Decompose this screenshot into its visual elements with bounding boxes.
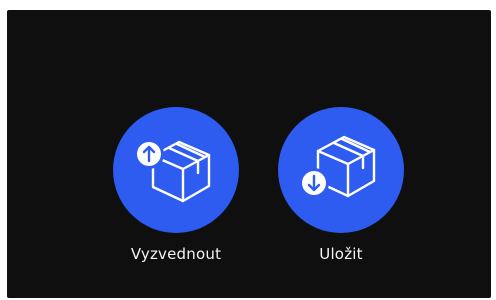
store-circle xyxy=(278,107,404,233)
box-arrow-down-icon xyxy=(299,135,376,198)
store-label: Uložit xyxy=(319,245,363,263)
store-button[interactable]: Uložit xyxy=(256,107,426,263)
pickup-button[interactable]: Vyzvednout xyxy=(91,107,261,263)
kiosk-screen: Vyzvednout Uložit xyxy=(7,10,491,298)
pickup-circle xyxy=(113,107,239,233)
pickup-label: Vyzvednout xyxy=(130,245,222,263)
box-arrow-up-icon xyxy=(134,139,211,203)
